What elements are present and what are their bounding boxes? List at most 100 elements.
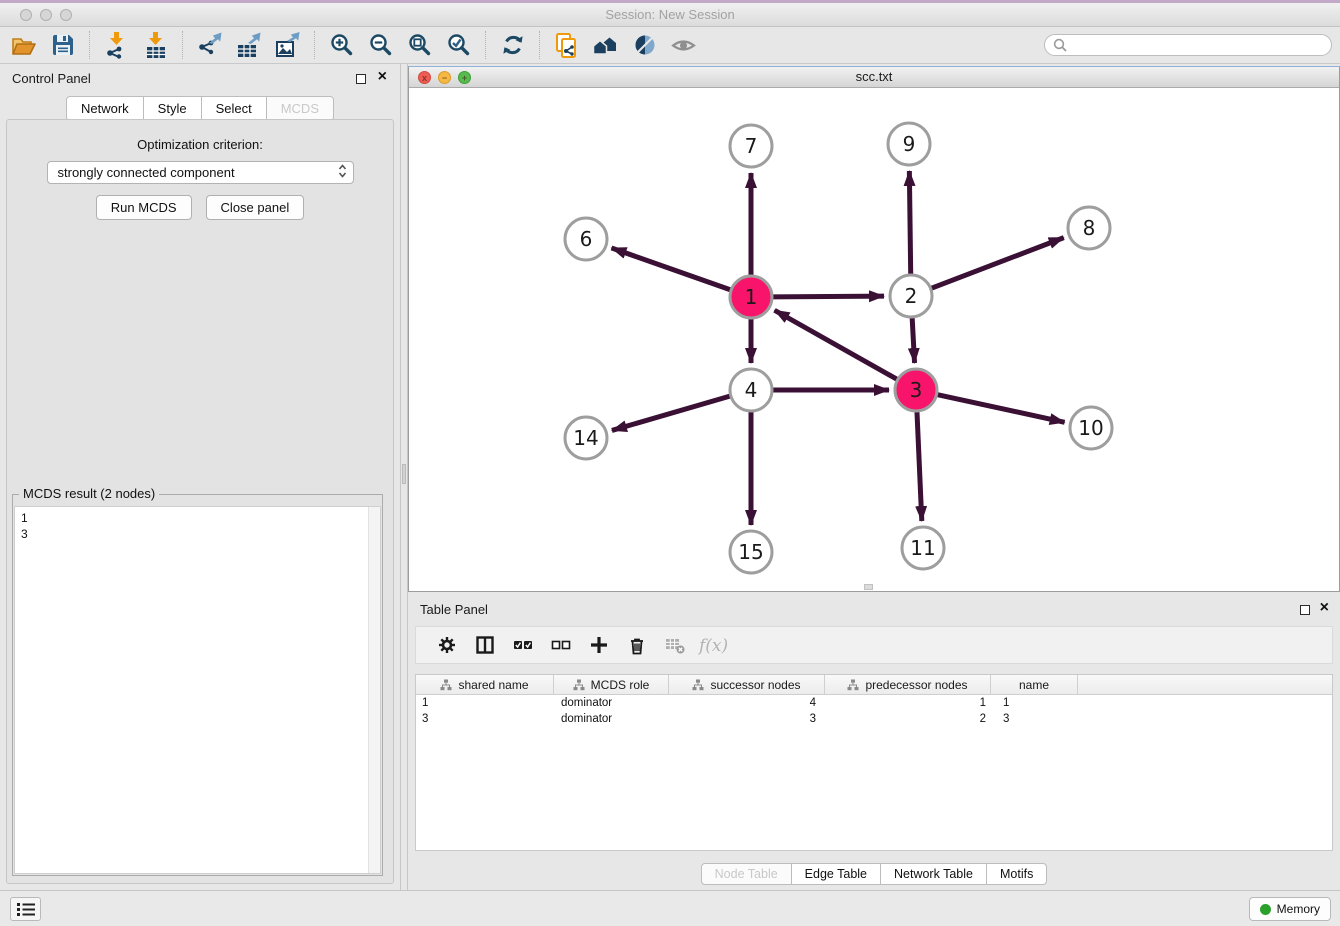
export-network-button[interactable] xyxy=(190,29,229,61)
import-table-button[interactable] xyxy=(136,29,175,61)
cell-successor-nodes[interactable]: 4 xyxy=(669,697,825,709)
zoom-selected-button[interactable] xyxy=(439,29,478,61)
open-session-button[interactable] xyxy=(4,29,43,61)
refresh-button[interactable] xyxy=(493,29,532,61)
graph-node-6[interactable]: 6 xyxy=(565,218,607,260)
cell-name[interactable]: 3 xyxy=(991,713,1078,725)
graphics-details-button[interactable] xyxy=(625,29,664,61)
cell-mcds-role[interactable]: dominator xyxy=(554,713,669,725)
zoom-fit-button[interactable] xyxy=(400,29,439,61)
new-network-from-selection-button[interactable] xyxy=(547,29,586,61)
window-minimize-button[interactable] xyxy=(40,9,52,21)
tab-style[interactable]: Style xyxy=(143,96,202,121)
delete-columns-button[interactable] xyxy=(618,629,656,661)
cell-predecessor-nodes[interactable]: 2 xyxy=(825,713,991,725)
network-canvas[interactable]: 7 9 6 8 1 2 4 3 14 10 15 11 xyxy=(409,88,1339,591)
graph-node-4[interactable]: 4 xyxy=(730,369,772,411)
table-row[interactable]: 3 dominator 3 2 3 xyxy=(416,711,1332,727)
split-divider[interactable] xyxy=(400,64,408,890)
graph-edge-2-9[interactable] xyxy=(909,171,910,274)
tab-edge-table[interactable]: Edge Table xyxy=(791,863,881,885)
cell-shared-name[interactable]: 1 xyxy=(416,697,554,709)
window-zoom-button[interactable] xyxy=(60,9,72,21)
graph-edge-1-6[interactable] xyxy=(611,248,730,290)
cell-name[interactable]: 1 xyxy=(991,697,1078,709)
float-panel-icon[interactable] xyxy=(356,74,366,84)
unselect-all-columns-button[interactable] xyxy=(542,629,580,661)
graph-node-3[interactable]: 3 xyxy=(895,369,937,411)
close-table-panel-icon[interactable]: × xyxy=(1320,599,1329,617)
export-image-icon xyxy=(274,31,302,59)
close-panel-button[interactable]: Close panel xyxy=(206,195,305,220)
export-image-button[interactable] xyxy=(268,29,307,61)
optimization-criterion-dropdown[interactable]: strongly connected component xyxy=(47,161,354,184)
graph-edge-3-10[interactable] xyxy=(937,395,1064,423)
graph-edge-2-3[interactable] xyxy=(912,318,914,363)
result-scrollbar[interactable] xyxy=(368,507,380,873)
cell-shared-name[interactable]: 3 xyxy=(416,713,554,725)
create-column-button[interactable] xyxy=(580,629,618,661)
tab-mcds[interactable]: MCDS xyxy=(266,96,334,121)
table-toolbar: f(x) xyxy=(415,626,1333,664)
import-network-button[interactable] xyxy=(97,29,136,61)
tab-network[interactable]: Network xyxy=(66,96,144,121)
cell-mcds-role[interactable]: dominator xyxy=(554,697,669,709)
mcds-result-text[interactable]: 1 3 xyxy=(14,506,381,874)
graph-node-14[interactable]: 14 xyxy=(565,417,607,459)
show-columns-button[interactable] xyxy=(466,629,504,661)
frame-maximize-button[interactable]: + xyxy=(458,71,471,84)
cell-predecessor-nodes[interactable]: 1 xyxy=(825,697,991,709)
level-of-detail-button[interactable] xyxy=(664,29,703,61)
first-neighbors-button[interactable] xyxy=(586,29,625,61)
graph-node-1[interactable]: 1 xyxy=(730,276,772,318)
column-header-predecessor-nodes[interactable]: predecessor nodes xyxy=(825,675,991,694)
graph-node-11[interactable]: 11 xyxy=(902,527,944,569)
graph-node-8[interactable]: 8 xyxy=(1068,207,1110,249)
column-header-mcds-role[interactable]: MCDS role xyxy=(554,675,669,694)
frame-close-button[interactable]: x xyxy=(418,71,431,84)
column-header-successor-nodes[interactable]: successor nodes xyxy=(669,675,825,694)
half-moon-icon xyxy=(632,32,658,58)
search-input[interactable] xyxy=(1067,38,1323,52)
graph-edge-2-8[interactable] xyxy=(932,238,1064,289)
graph-node-10[interactable]: 10 xyxy=(1070,407,1112,449)
table-row[interactable]: 1 dominator 4 1 1 xyxy=(416,695,1332,711)
zoom-out-button[interactable] xyxy=(361,29,400,61)
task-history-button[interactable] xyxy=(10,897,41,921)
import-network-icon xyxy=(103,31,131,59)
tab-network-table[interactable]: Network Table xyxy=(880,863,987,885)
graph-node-7[interactable]: 7 xyxy=(730,125,772,167)
column-header-name[interactable]: name xyxy=(991,675,1078,694)
mcds-tab-content: Optimization criterion: strongly connect… xyxy=(6,119,394,884)
close-panel-icon[interactable]: × xyxy=(378,68,387,86)
hierarchy-icon xyxy=(573,679,585,691)
tab-motifs[interactable]: Motifs xyxy=(986,863,1047,885)
split-grip[interactable] xyxy=(402,464,406,484)
cell-successor-nodes[interactable]: 3 xyxy=(669,713,825,725)
table-settings-button[interactable] xyxy=(428,629,466,661)
window-close-button[interactable] xyxy=(20,9,32,21)
memory-button[interactable]: Memory xyxy=(1249,897,1331,921)
graph-edge-1-2[interactable] xyxy=(773,296,884,297)
select-all-columns-button[interactable] xyxy=(504,629,542,661)
graph-node-15[interactable]: 15 xyxy=(730,531,772,573)
network-graph: 7 9 6 8 1 2 4 3 14 10 15 11 xyxy=(409,88,1339,591)
graph-node-2[interactable]: 2 xyxy=(890,275,932,317)
frame-minimize-button[interactable]: − xyxy=(438,71,451,84)
column-header-shared-name[interactable]: shared name xyxy=(416,675,554,694)
column-label: shared name xyxy=(458,678,528,692)
run-mcds-button[interactable]: Run MCDS xyxy=(96,195,192,220)
graph-node-9[interactable]: 9 xyxy=(888,123,930,165)
save-session-button[interactable] xyxy=(43,29,82,61)
canvas-grip[interactable] xyxy=(864,584,873,590)
graph-edge-3-11[interactable] xyxy=(917,412,922,521)
export-table-button[interactable] xyxy=(229,29,268,61)
zoom-in-button[interactable] xyxy=(322,29,361,61)
graph-edge-3-1[interactable] xyxy=(775,310,897,379)
table-header-row: shared name MCDS role successor nodes pr… xyxy=(416,675,1332,695)
tab-select[interactable]: Select xyxy=(201,96,267,121)
table-panel-title: Table Panel xyxy=(420,602,488,617)
graph-edge-4-14[interactable] xyxy=(612,396,730,430)
tab-node-table[interactable]: Node Table xyxy=(701,863,792,885)
float-table-panel-icon[interactable] xyxy=(1300,605,1310,615)
